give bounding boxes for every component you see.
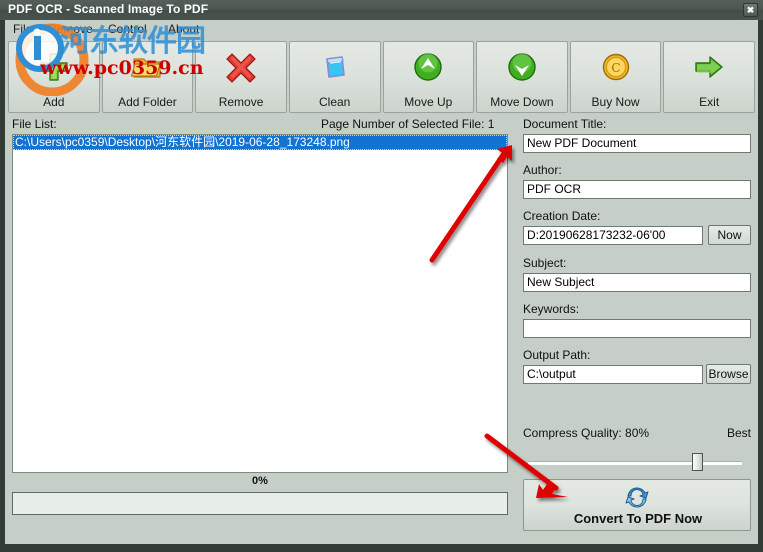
toolbar: Add Add Folder Remove Clean Move Up Move… [8,41,755,113]
clean-button-label: Clean [319,95,351,109]
add-button-label: Add [43,95,65,109]
keywords-field[interactable] [523,319,751,338]
menu-item-about[interactable]: About [165,22,202,36]
svg-text:C: C [611,61,620,75]
move-down-button[interactable]: Move Down [476,41,568,113]
menu-item-file[interactable]: File [10,22,35,36]
progress-percent-label: 0% [252,475,268,487]
compress-quality-label: Compress Quality: 80% [523,426,650,440]
subject-field[interactable]: New Subject [523,273,751,292]
exit-button-label: Exit [699,95,720,109]
arrow-down-circle-icon [508,53,536,81]
document-title-field[interactable]: New PDF Document [523,134,751,153]
author-label: Author: [523,163,562,177]
creation-date-field[interactable]: D:20190628173232-06'00 [523,226,703,245]
compress-quality-slider[interactable] [528,453,742,471]
compress-quality-max-label: Best [726,426,751,440]
green-arrow-right-icon [695,56,723,78]
now-button[interactable]: Now [708,225,751,245]
plus-icon [40,53,68,81]
output-path-label: Output Path: [523,348,591,362]
clean-button[interactable]: Clean [288,41,381,113]
menu-bar: File Remove Control About [5,20,758,39]
move-up-button[interactable]: Move Up [382,41,475,113]
move-up-button-label: Move Up [404,95,453,109]
menu-item-remove[interactable]: Remove [45,22,96,36]
page-number-label: Page Number of Selected File: 1 [321,117,495,131]
remove-button-label: Remove [218,95,264,109]
buy-now-button-label: Buy Now [591,95,640,109]
add-folder-button-label: Add Folder [118,95,177,109]
move-down-button-label: Move Down [490,95,554,109]
convert-refresh-icon [625,487,649,508]
convert-to-pdf-button-label: Convert To PDF Now [573,511,703,526]
output-path-field[interactable]: C:\output [523,365,703,384]
trash-bin-icon [325,56,345,78]
window-title: PDF OCR - Scanned Image To PDF [8,2,209,16]
title-bar[interactable]: PDF OCR - Scanned Image To PDF ✖ [0,0,763,20]
add-folder-button[interactable]: Add Folder [101,41,194,113]
application-window: PDF OCR - Scanned Image To PDF ✖ File Re… [0,0,763,552]
convert-to-pdf-button[interactable]: Convert To PDF Now [523,479,751,531]
slider-thumb[interactable] [692,453,703,471]
remove-button[interactable]: Remove [195,41,287,113]
author-field[interactable]: PDF OCR [523,180,751,199]
close-icon[interactable]: ✖ [743,3,758,17]
arrow-up-circle-icon [414,53,443,81]
browse-button[interactable]: Browse [706,364,751,384]
buy-now-button[interactable]: C Buy Now [569,41,662,113]
creation-date-label: Creation Date: [523,209,601,223]
keywords-label: Keywords: [523,302,580,316]
menu-item-control[interactable]: Control [105,22,150,36]
window-body: File Remove Control About Add Add Folder [5,20,758,544]
red-x-icon [226,53,256,83]
folder-icon [131,58,162,78]
pdf-properties-panel: Document Title: New PDF Document Author:… [516,117,754,537]
subject-label: Subject: [523,256,567,270]
document-title-label: Document Title: [523,117,607,131]
list-item[interactable]: C:\Users\pc0359\Desktop\河东软件园\2019-06-28… [13,135,507,150]
file-list-label: File List: [12,117,57,131]
progress-bar [12,492,508,515]
coin-icon: C [602,53,629,81]
slider-track [528,461,742,465]
file-list[interactable]: C:\Users\pc0359\Desktop\河东软件园\2019-06-28… [12,134,508,473]
exit-button[interactable]: Exit [663,41,755,113]
add-button[interactable]: Add [8,41,100,113]
